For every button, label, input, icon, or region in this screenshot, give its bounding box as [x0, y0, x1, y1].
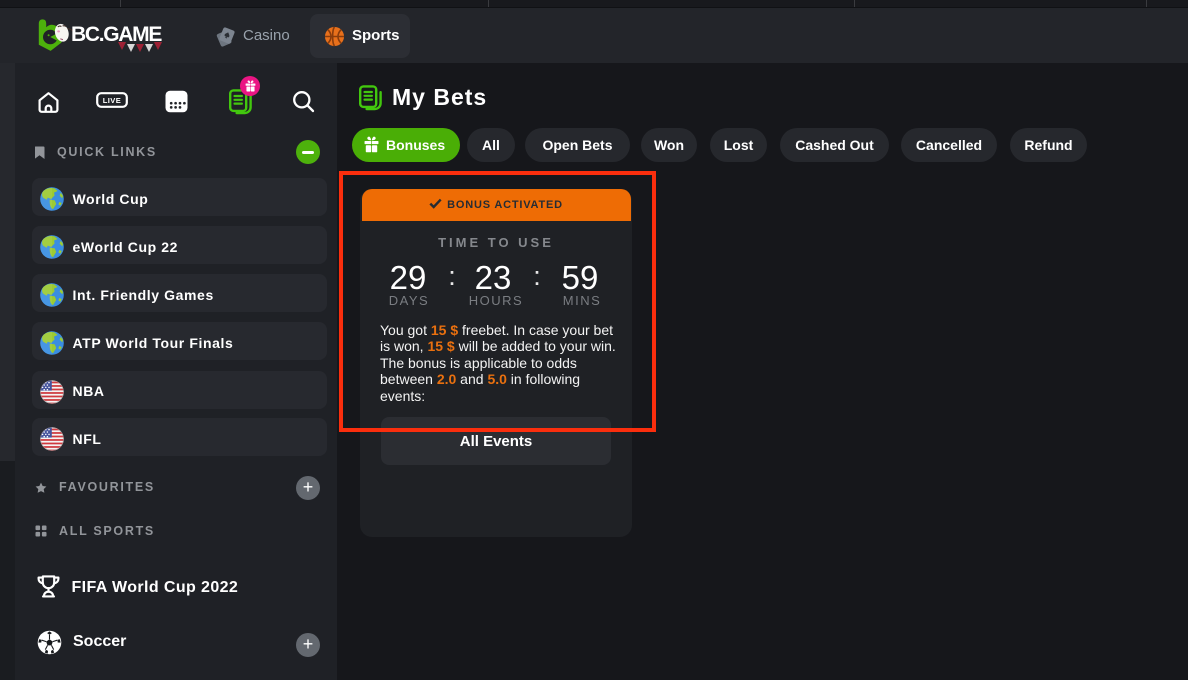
- svg-text:LIVE: LIVE: [103, 96, 121, 105]
